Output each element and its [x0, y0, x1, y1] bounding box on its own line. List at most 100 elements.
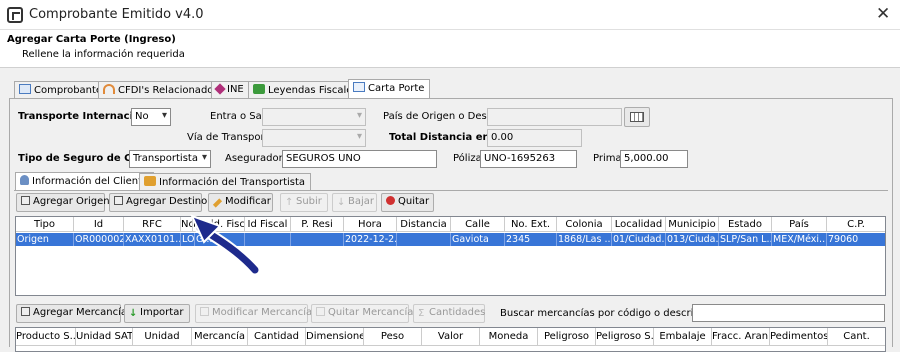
col-header[interactable]: Estado	[719, 217, 772, 232]
col-header[interactable]: Id	[74, 217, 124, 232]
col-header[interactable]: País	[772, 217, 827, 232]
col-header[interactable]: Dimensiones	[306, 328, 364, 346]
add-icon	[114, 196, 123, 205]
col-header[interactable]: Tipo	[16, 217, 74, 232]
col-header[interactable]: Calle	[451, 217, 505, 232]
ine-icon	[214, 83, 226, 95]
truck-icon	[144, 176, 156, 186]
via-transporte-select[interactable]	[262, 129, 366, 147]
subtab-transportista[interactable]: Información del Transportista	[139, 173, 312, 190]
pais-origen-field[interactable]	[487, 108, 622, 126]
mercancias-grid[interactable]: Producto S... Unidad SAT Unidad Mercancí…	[15, 327, 886, 352]
col-header[interactable]: Unidad	[133, 328, 192, 346]
dialog-header: Agregar Carta Porte (Ingreso) Rellene la…	[0, 30, 900, 68]
col-header[interactable]: Unidad SAT	[76, 328, 133, 346]
user-icon	[20, 175, 29, 185]
arrow-down-icon: ↓	[337, 197, 346, 208]
quitar-mercancia-button[interactable]: Quitar Mercancía	[311, 304, 413, 323]
cell-no-ext: 2345	[505, 233, 557, 246]
cell-pais: MEX/Méxi...	[773, 233, 827, 246]
subir-button[interactable]: ↑ Subir	[280, 193, 328, 212]
col-header[interactable]: Valor	[422, 328, 480, 346]
aseguradora-label: Aseguradora	[225, 153, 289, 164]
button-label: Agregar Origen	[33, 196, 110, 207]
button-label: Cantidades	[429, 307, 486, 318]
col-header[interactable]: Mercancía	[192, 328, 248, 346]
importar-button[interactable]: ↓ Importar	[124, 304, 190, 323]
remove-icon	[386, 196, 395, 205]
col-header[interactable]: Municipio	[666, 217, 719, 232]
subtab-label: Información del Cliente	[32, 176, 149, 187]
col-header[interactable]: Embalaje	[654, 328, 712, 346]
cell-p-resi	[291, 233, 344, 246]
legend-icon	[253, 84, 265, 94]
cell-cp: 79060	[828, 234, 859, 245]
tab-label: Leyendas Fiscales	[268, 85, 358, 96]
cell-id: OR000002	[75, 233, 124, 246]
total-distancia-field[interactable]: 0.00	[487, 129, 582, 147]
bajar-button[interactable]: ↓ Bajar	[332, 193, 377, 212]
ubicaciones-grid[interactable]: Tipo Id RFC Nombre Resid. Fiscal Id Fisc…	[15, 216, 886, 296]
modificar-mercancia-button[interactable]: Modificar Mercancía	[195, 304, 312, 323]
cell-estado: SLP/San L...	[720, 233, 772, 246]
add-icon	[21, 307, 30, 316]
col-header[interactable]: Localidad	[612, 217, 666, 232]
col-header[interactable]: Fracc. Aran.	[712, 328, 770, 346]
agregar-mercancia-button[interactable]: Agregar Mercancía	[16, 304, 127, 323]
prima-label: Prima	[593, 153, 622, 164]
col-header[interactable]: Cantidad	[248, 328, 306, 346]
poliza-field[interactable]: UNO-1695263	[480, 150, 577, 168]
col-header[interactable]: Cant.	[828, 328, 885, 346]
button-label: Agregar Mercancía	[33, 307, 128, 318]
tab-label: CFDI's Relacionados	[118, 85, 219, 96]
table-row[interactable]: Origen OR000002 XAXX0101... LO... G... 2…	[16, 233, 885, 246]
tab-label: Carta Porte	[368, 83, 425, 94]
buscar-mercancias-input[interactable]	[692, 304, 885, 322]
tab-leyendas-fiscales[interactable]: Leyendas Fiscales	[248, 81, 364, 98]
tab-carta-porte[interactable]: Carta Porte	[348, 79, 431, 98]
col-header[interactable]: Colonia	[557, 217, 612, 232]
button-label: Quitar	[398, 196, 430, 207]
dialog-subtitle: Rellene la información requerida	[22, 49, 185, 60]
col-header[interactable]: Moneda	[480, 328, 538, 346]
cell-calle: Gaviota	[451, 233, 505, 246]
pais-lookup-button[interactable]	[624, 107, 650, 127]
add-icon	[21, 196, 30, 205]
col-header[interactable]: Pedimentos	[770, 328, 828, 346]
close-icon[interactable]: ✕	[876, 4, 890, 24]
col-header[interactable]: Hora	[344, 217, 397, 232]
quitar-button[interactable]: Quitar	[381, 193, 434, 212]
agregar-origen-button[interactable]: Agregar Origen	[16, 193, 110, 212]
button-label: Subir	[296, 196, 322, 207]
aseguradora-field[interactable]: SEGUROS UNO	[282, 150, 437, 168]
tab-ine[interactable]: INE	[211, 81, 250, 98]
transporte-internacional-select[interactable]: No	[131, 108, 171, 126]
col-header[interactable]: No. Ext.	[505, 217, 557, 232]
cell-colonia: 1868/Las ...	[558, 233, 612, 246]
tab-label: Comprobante	[34, 85, 103, 96]
link-icon	[103, 84, 115, 94]
grid-header: Tipo Id RFC Nombre Resid. Fiscal Id Fisc…	[16, 217, 885, 232]
cantidades-button[interactable]: Σ Cantidades	[413, 304, 485, 323]
import-arrow-icon: ↓	[129, 308, 138, 319]
col-header[interactable]: Peligroso S...	[596, 328, 654, 346]
dialog-title: Agregar Carta Porte (Ingreso)	[7, 34, 176, 45]
col-header[interactable]: Producto S...	[16, 328, 76, 346]
prima-field[interactable]: 5,000.00	[620, 150, 688, 168]
button-label: Bajar	[348, 196, 375, 207]
entra-sale-select[interactable]	[262, 108, 366, 126]
subtab-divider	[14, 190, 888, 191]
col-header[interactable]: P. Resi	[291, 217, 344, 232]
tipo-seguro-select[interactable]: Transportista	[129, 150, 211, 168]
col-header[interactable]: Distancia	[397, 217, 451, 232]
title-bar: Comprobante Emitido v4.0 ✕	[0, 0, 900, 30]
subtab-cliente[interactable]: Información del Cliente	[15, 172, 155, 191]
cell-distancia	[397, 233, 451, 246]
tab-comprobante[interactable]: Comprobante	[14, 81, 109, 98]
poliza-label: Póliza	[453, 153, 482, 164]
col-header[interactable]: C.P.	[827, 217, 885, 232]
col-header[interactable]: Peligroso	[538, 328, 596, 346]
cell-municipio: 013/Ciuda...	[667, 233, 719, 246]
col-header[interactable]: Peso	[364, 328, 422, 346]
tab-cfdi-relacionados[interactable]: CFDI's Relacionados	[98, 81, 225, 98]
